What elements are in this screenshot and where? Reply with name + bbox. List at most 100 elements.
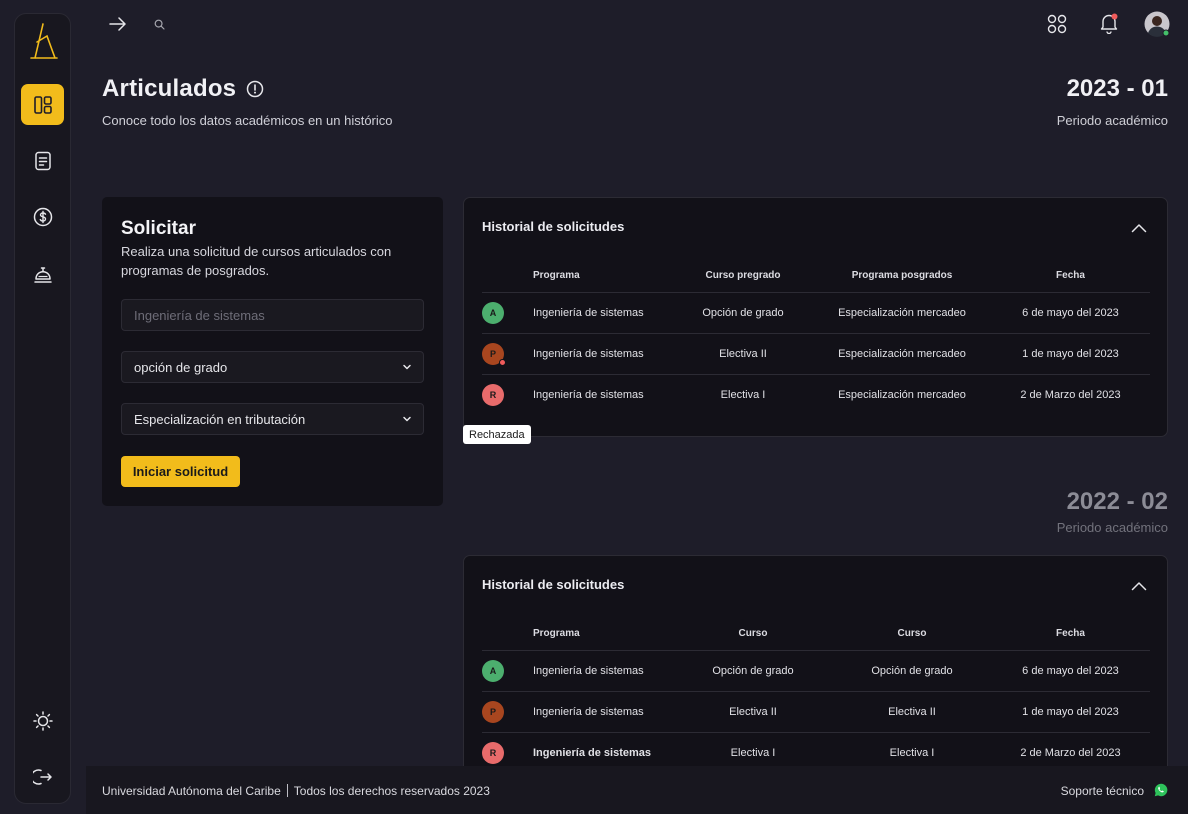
cell-curso: Electiva II (673, 691, 833, 733)
page-title: Articulados (102, 75, 237, 102)
dollar-icon (33, 207, 52, 226)
table-row[interactable]: P Ingeniería de sistemas Electiva II Esp… (482, 333, 1150, 375)
start-request-button[interactable]: Iniciar solicitud (121, 456, 240, 487)
info-icon (246, 80, 264, 98)
history-title: Historial de solicitudes (482, 219, 625, 234)
arrow-right-icon (109, 17, 126, 31)
status-badge[interactable]: R (482, 741, 504, 764)
notification-dot (499, 358, 506, 366)
footer-copyright: Universidad Autónoma del Caribe Todos los… (102, 784, 490, 798)
column-header-programa-posgrados: Programa posgrados (813, 260, 991, 293)
course-select[interactable]: opción de grado (121, 351, 424, 383)
column-header-curso-2: Curso (833, 618, 991, 651)
status-column-header (482, 618, 533, 651)
cell-curso: Electiva I (720, 388, 766, 401)
cell-curso-2: Opción de grado (833, 650, 991, 692)
status-column-header (482, 260, 533, 293)
table-row[interactable]: P Ingeniería de sistemas Electiva II Ele… (482, 691, 1150, 733)
history-table: Programa Curso pregrado Programa posgrad… (482, 260, 1150, 415)
status-badge[interactable]: P (482, 700, 504, 723)
sidebar-item-services[interactable] (21, 253, 64, 294)
cell-posgrado: Especialización mercadeo (813, 333, 991, 375)
table-header-row: Programa Curso Curso Fecha (482, 618, 1150, 651)
support-link[interactable]: Soporte técnico (1061, 784, 1144, 798)
table-header-row: Programa Curso pregrado Programa posgrad… (482, 260, 1150, 293)
user-avatar[interactable] (1144, 11, 1170, 37)
history-title: Historial de solicitudes (482, 577, 625, 592)
chevron-up-icon (1131, 582, 1147, 591)
logout-button[interactable] (21, 756, 64, 797)
chevron-up-icon (1131, 224, 1147, 233)
status-badge[interactable]: P (482, 342, 506, 366)
footer-divider (286, 784, 288, 797)
cell-posgrado: Especialización mercadeo (813, 292, 991, 334)
cell-curso-2: Electiva II (833, 691, 991, 733)
cell-posgrado: Especialización mercadeo (838, 388, 966, 401)
page-subtitle: Conoce todo los datos académicos en un h… (102, 113, 393, 128)
column-header-fecha: Fecha (991, 260, 1150, 293)
table-row[interactable]: A Ingeniería de sistemas Opción de grado… (482, 292, 1150, 334)
info-button[interactable] (246, 80, 264, 103)
course-select-value: opción de grado (134, 359, 228, 375)
status-tooltip: Rechazada (463, 425, 531, 444)
postgrad-select-value: Especialización en tributación (134, 411, 306, 427)
apps-grid-icon (1047, 14, 1067, 34)
sidebar (14, 13, 71, 804)
chevron-down-icon (403, 416, 411, 422)
cell-programa: Ingeniería de sistemas (533, 388, 644, 401)
sidebar-item-payments[interactable] (21, 196, 64, 237)
cell-programa: Ingeniería de sistemas (533, 333, 673, 375)
whatsapp-button[interactable] (1154, 783, 1168, 800)
sidebar-item-dashboard[interactable] (21, 84, 64, 125)
column-header-curso: Curso (673, 618, 833, 651)
cell-fecha: 2 de Marzo del 2023 (1020, 388, 1121, 401)
table-row[interactable]: A Ingeniería de sistemas Opción de grado… (482, 650, 1150, 692)
sidebar-item-documents[interactable] (21, 140, 64, 181)
document-icon (34, 151, 51, 170)
app-logo[interactable] (25, 18, 61, 62)
expand-sidebar-button[interactable] (108, 14, 128, 34)
cell-curso: Electiva II (673, 333, 813, 375)
table-row[interactable]: R Ingeniería de sistemas Electiva I Espe… (482, 374, 1150, 415)
cell-programa: Ingeniería de sistemas (533, 691, 673, 733)
column-header-programa: Programa (533, 618, 673, 651)
collapse-button[interactable] (1131, 220, 1147, 238)
status-badge[interactable]: R (482, 383, 504, 406)
postgrad-select[interactable]: Especialización en tributación (121, 403, 424, 435)
academic-period: 2023 - 01 (1066, 75, 1168, 102)
academic-period-label: Periodo académico (1056, 113, 1168, 128)
cell-fecha: 6 de mayo del 2023 (991, 650, 1150, 692)
history-card-2023-01: Historial de solicitudes Programa Curso … (463, 197, 1168, 437)
sun-icon (32, 710, 53, 731)
program-field[interactable] (121, 299, 424, 331)
logout-icon (32, 768, 52, 785)
avatar-icon (1144, 11, 1170, 37)
footer-university: Universidad Autónoma del Caribe (102, 784, 281, 798)
request-title: Solicitar (121, 218, 196, 239)
history-card-2022-02: Historial de solicitudes Programa Curso … (463, 555, 1168, 785)
column-header-curso-pregrado: Curso pregrado (673, 260, 813, 293)
apps-button[interactable] (1046, 13, 1068, 35)
cell-programa: Ingeniería de sistemas (533, 650, 673, 692)
chevron-down-icon (403, 364, 411, 370)
column-header-fecha: Fecha (991, 618, 1150, 651)
history-table: Programa Curso Curso Fecha A Ingeniería … (482, 618, 1150, 773)
academic-period-previous: 2022 - 02 (1066, 488, 1168, 515)
status-badge[interactable]: A (482, 659, 504, 682)
status-badge[interactable]: A (482, 301, 504, 324)
cell-curso: Opción de grado (673, 292, 813, 334)
cell-fecha: 1 de mayo del 2023 (991, 333, 1150, 375)
search-button[interactable] (152, 17, 166, 31)
request-form-card: Solicitar Realiza una solicitud de curso… (102, 197, 443, 506)
whatsapp-icon (1154, 783, 1168, 797)
collapse-button[interactable] (1131, 578, 1147, 596)
notifications-button[interactable] (1098, 12, 1120, 34)
bell-icon (1100, 13, 1118, 34)
cell-fecha: 1 de mayo del 2023 (991, 691, 1150, 733)
status-badge-letter: P (489, 348, 496, 359)
program-input[interactable] (134, 307, 423, 323)
theme-toggle[interactable] (21, 700, 64, 741)
request-description: Realiza una solicitud de cursos articula… (121, 244, 392, 278)
cell-curso: Opción de grado (673, 650, 833, 692)
footer-rights: Todos los derechos reservados 2023 (293, 784, 490, 798)
